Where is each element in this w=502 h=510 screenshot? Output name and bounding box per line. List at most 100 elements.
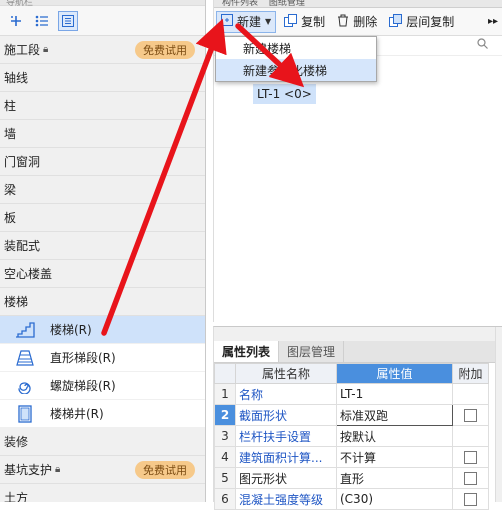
property-row[interactable]: 5 图元形状 直形 [214,467,489,489]
more-icon[interactable]: ▸▸ [488,16,498,27]
property-value[interactable]: 标准双跑 [336,404,453,426]
tab-layer-management[interactable]: 图层管理 [279,341,345,362]
search-icon[interactable] [477,38,488,52]
row-number: 1 [214,383,236,405]
new-dropdown-menu: 新建楼梯 新建参数化楼梯 [215,36,377,82]
header-num [214,363,236,384]
nav-title: 导航栏 [6,0,34,8]
copy-button[interactable]: 复制 [280,11,329,33]
nav-item-construction-section[interactable]: 施工段 🔒︎ 免费试用 [0,36,205,64]
nav-item-stairs[interactable]: 楼梯 [0,288,205,316]
new-button-label: 新建 [237,15,262,29]
sub-item-stair[interactable]: 楼梯(R) [0,316,205,344]
nav-item-label: 施工段 [4,43,41,57]
attach-cell [452,425,489,447]
nav-item-label: 柱 [4,99,17,113]
lock-icon: 🔒︎ [55,464,61,475]
nav-item-beam[interactable]: 梁 [0,176,205,204]
menu-item-new-parametric-stair[interactable]: 新建参数化楼梯 [216,59,376,81]
property-row[interactable]: 1 名称 LT-1 [214,383,489,405]
nav-item-axis[interactable]: 轴线 [0,64,205,92]
row-number: 3 [214,425,236,447]
attach-checkbox[interactable] [464,493,477,506]
nav-item-wall[interactable]: 墙 [0,120,205,148]
stair-icon [14,321,36,339]
nav-list: 施工段 🔒︎ 免费试用 轴线 柱 墙 门窗洞 梁 板 装配式 空心楼盖 楼梯 楼… [0,36,205,502]
component-tree-node[interactable]: LT-1 <0> [253,84,316,104]
property-table: 属性名称 属性值 附加 1 名称 LT-1 2 截面形状 标准双跑 3 栏杆扶手设置 按默认 4 建… [214,363,489,510]
property-value[interactable]: 直形 [336,467,453,489]
property-name: 混凝土强度等级 [235,488,337,510]
property-table-body: 1 名称 LT-1 2 截面形状 标准双跑 3 栏杆扶手设置 按默认 4 建筑面积计算... 不计算 5… [214,383,489,510]
nav-item-label: 楼梯 [4,295,29,309]
component-tabs: 构件列表 图纸管理 [214,0,502,8]
detail-view-icon[interactable] [58,10,78,31]
spiral-flight-icon [14,377,36,395]
property-row[interactable]: 4 建筑面积计算... 不计算 [214,446,489,468]
properties-panel: 属性列表 图层管理 属性名称 属性值 附加 1 名称 LT-1 2 截面形状 标准双跑 3 栏… [213,326,502,510]
nav-item-slab[interactable]: 板 [0,204,205,232]
new-icon [221,14,233,29]
nav-item-label: 基坑支护 [4,463,53,477]
nav-item-door-window[interactable]: 门窗洞 [0,148,205,176]
attach-cell [452,383,489,405]
attach-checkbox[interactable] [464,451,477,464]
property-name: 栏杆扶手设置 [235,425,337,447]
free-trial-badge[interactable]: 免费试用 [135,461,195,479]
row-number: 4 [214,446,236,468]
row-number: 6 [214,488,236,510]
menu-item-new-stair[interactable]: 新建楼梯 [216,37,376,59]
list-view-icon[interactable] [32,11,52,31]
new-button[interactable]: 新建 ▼ [216,10,277,33]
properties-scrollbar[interactable] [495,327,502,502]
property-value[interactable]: LT-1 [336,383,453,405]
property-name: 建筑面积计算... [235,446,337,468]
property-value[interactable]: 不计算 [336,446,453,468]
chevron-down-icon[interactable]: ▼ [265,17,271,26]
nav-item-prefab[interactable]: 装配式 [0,232,205,260]
attach-checkbox[interactable] [464,409,477,422]
tab-component-list[interactable]: 构件列表 [222,0,258,7]
nav-item-label: 轴线 [4,71,29,85]
property-value[interactable]: (C30) [336,488,453,510]
sub-item-label: 直形梯段(R) [50,351,116,365]
sub-item-label: 楼梯井(R) [50,407,104,421]
floor-copy-icon [389,13,403,30]
nav-item-label: 板 [4,211,17,225]
sub-item-straight-flight[interactable]: 直形梯段(R) [0,344,205,372]
trash-icon [337,14,349,30]
attach-checkbox[interactable] [464,472,477,485]
property-row[interactable]: 3 栏杆扶手设置 按默认 [214,425,489,447]
nav-item-earthwork[interactable]: 土方 [0,484,205,502]
lock-icon: 🔒︎ [43,44,49,55]
nav-item-pit-support[interactable]: 基坑支护 🔒︎ 免费试用 [0,456,205,484]
delete-button[interactable]: 删除 [333,11,381,33]
floor-copy-button[interactable]: 层间复制 [385,11,458,33]
nav-item-label: 装配式 [4,239,41,253]
component-toolbar: 新建 ▼ 复制 删除 层间复制 ▸▸ [214,8,502,36]
sub-item-label: 楼梯(R) [50,323,92,337]
free-trial-badge[interactable]: 免费试用 [135,41,195,59]
header-extra: 附加 [452,363,489,384]
floor-copy-button-label: 层间复制 [406,15,455,29]
add-icon[interactable] [6,11,26,31]
tab-property-list[interactable]: 属性列表 [214,341,280,362]
property-row[interactable]: 6 混凝土强度等级 (C30) [214,488,489,510]
nav-item-label: 梁 [4,183,17,197]
nav-item-label: 土方 [4,491,29,502]
nav-item-hollow-floor[interactable]: 空心楼盖 [0,260,205,288]
property-row[interactable]: 2 截面形状 标准双跑 [214,404,489,426]
tab-drawing-management[interactable]: 图纸管理 [269,0,305,7]
nav-item-decoration[interactable]: 装修 [0,428,205,456]
row-number: 5 [214,467,236,489]
nav-toolbar [0,6,205,36]
property-value[interactable]: 按默认 [336,425,453,447]
sub-item-spiral-flight[interactable]: 螺旋梯段(R) [0,372,205,400]
header-value: 属性值 [336,363,453,384]
attach-cell [452,404,489,426]
nav-item-label: 门窗洞 [4,155,41,169]
navigation-panel: 导航栏 施工段 🔒︎ 免费试用 轴线 柱 墙 门窗洞 梁 板 装配式 空心楼盖 … [0,0,206,502]
sub-item-stairwell[interactable]: 楼梯井(R) [0,400,205,428]
property-name: 截面形状 [235,404,337,426]
nav-item-column[interactable]: 柱 [0,92,205,120]
